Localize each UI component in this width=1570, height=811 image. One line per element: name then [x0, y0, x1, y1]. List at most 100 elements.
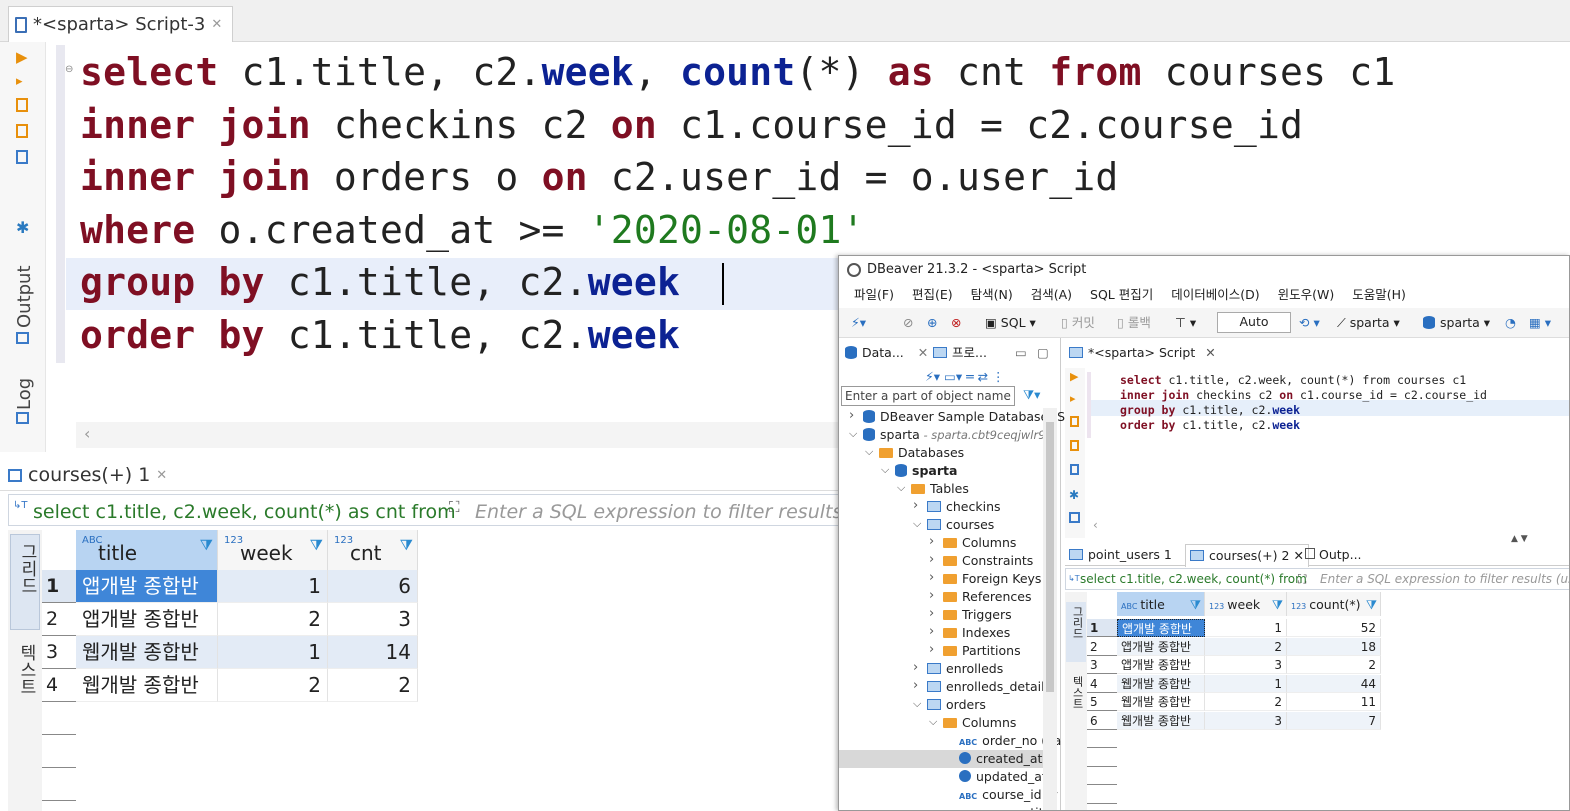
table-cell[interactable]: 2	[218, 669, 328, 702]
table-cell[interactable]: 앱개발 종합반	[1117, 656, 1205, 674]
table-cell[interactable]: 앱개발 종합반	[1117, 637, 1205, 656]
filter-input[interactable]: Enter a SQL expression to filter results…	[1320, 569, 1569, 589]
expand-arrow-icon[interactable]: ›	[929, 642, 934, 657]
expand-arrow-icon[interactable]: ›	[929, 570, 934, 585]
sort-filter-icon[interactable]: ⧩	[1190, 592, 1201, 618]
result-filter-bar[interactable]: ↳T select c1.title, c2.week, count(*) fr…	[1065, 568, 1569, 590]
expand-arrow-icon[interactable]: ⌵	[913, 697, 921, 711]
table-cell[interactable]: 1	[1205, 674, 1287, 693]
tree-node[interactable]: orders	[927, 696, 986, 714]
table-cell[interactable]: 18	[1287, 637, 1381, 656]
history-icon[interactable]: ⟲ ▾	[1299, 314, 1320, 332]
active-schema-select[interactable]: sparta ▾	[1423, 314, 1490, 332]
expand-arrow-icon[interactable]: ⌵	[849, 427, 857, 441]
grid-view-tab[interactable]: 그리드	[10, 534, 40, 630]
panel-arrows-icon[interactable]: ▲ ▼	[1511, 534, 1528, 544]
rollback-button[interactable]: ▯ 롤백	[1117, 314, 1151, 332]
filter-icon[interactable]: ⧩▾	[1023, 384, 1040, 406]
tree-node[interactable]: created_at (t	[839, 750, 1056, 768]
disconnect-icon[interactable]: ⊘	[903, 314, 913, 332]
script-tab[interactable]: *<sparta> Script ✕	[1069, 342, 1216, 364]
table-cell[interactable]: 3	[1205, 656, 1287, 674]
transaction-mode-icon[interactable]: ⊤ ▾	[1175, 314, 1196, 332]
disconnect-all-icon[interactable]: ⊗	[951, 314, 961, 332]
execute-script-icon[interactable]	[1070, 416, 1079, 427]
tree-node[interactable]: Triggers	[943, 606, 1012, 624]
tab-script-3[interactable]: *<sparta> Script-3 ✕	[8, 6, 234, 42]
results-filter-bar[interactable]: ↳T select c1.title, c2.week, count(*) as…	[8, 494, 856, 526]
menu-item[interactable]: SQL 편집기	[1081, 284, 1162, 306]
table-cell[interactable]: 웹개발 종합반	[1117, 711, 1205, 730]
connect-icon[interactable]: ⊕	[927, 314, 937, 332]
expand-arrow-icon[interactable]: ›	[929, 588, 934, 603]
close-icon[interactable]: ✕	[1205, 345, 1215, 360]
row-number[interactable]: 6	[1087, 712, 1117, 730]
menu-item[interactable]: 도움말(H)	[1343, 284, 1415, 306]
tree-node[interactable]: checkins	[927, 498, 1001, 516]
table-cell[interactable]: 2	[328, 669, 418, 702]
maximize-icon[interactable]: ▢	[1037, 342, 1049, 364]
scrollbar-thumb[interactable]	[1046, 422, 1054, 692]
script-list-icon[interactable]	[1070, 464, 1079, 475]
table-cell[interactable]: 1	[218, 570, 328, 603]
results-grid[interactable]: ABC title ⧩ 123 week ⧩ 123 cnt ⧩ 1 앱개발 종합반 1 6 2 앱개발 종…	[42, 530, 846, 811]
close-icon[interactable]: ✕	[156, 468, 167, 483]
tree-node[interactable]: courses	[927, 516, 994, 534]
tree-node[interactable]: Columns	[943, 714, 1016, 732]
tree-scrollbar[interactable]	[1043, 408, 1057, 810]
settings-icon[interactable]: ✱	[1069, 488, 1079, 502]
table-cell[interactable]: 1	[1205, 619, 1287, 637]
expand-arrow-icon[interactable]: ⌵	[929, 715, 937, 729]
expand-arrow-icon[interactable]: ›	[929, 606, 934, 621]
table-cell[interactable]: 1	[218, 636, 328, 669]
row-number[interactable]: 4	[1087, 675, 1117, 693]
tree-node[interactable]: Databases	[879, 444, 964, 462]
table-cell[interactable]: 웹개발 종합반	[1117, 693, 1205, 711]
tree-node[interactable]: enrolleds_detail	[927, 678, 1045, 696]
row-number[interactable]: 2	[42, 603, 76, 636]
commit-button[interactable]: ▯ 커밋	[1061, 314, 1095, 332]
log-tab[interactable]: Log	[14, 378, 35, 410]
filter-input[interactable]: Enter a SQL expression to filter results…	[475, 501, 856, 523]
tree-node[interactable]: sparta	[895, 462, 957, 480]
table-cell[interactable]: 앱개발 종합반	[76, 570, 218, 603]
tree-node[interactable]: sparta - sparta.cbt9ceqjwlr9.a	[863, 426, 1056, 444]
settings-icon[interactable]: ✱	[16, 218, 30, 237]
result-tab-point-users[interactable]: point_users 1	[1069, 544, 1172, 566]
expand-arrow-icon[interactable]: ›	[929, 552, 934, 567]
explain-plan-icon[interactable]	[1070, 440, 1079, 451]
row-number[interactable]: 2	[1087, 638, 1117, 656]
result-tab-output[interactable]: Outp...	[1305, 544, 1362, 566]
menu-item[interactable]: 편집(E)	[903, 284, 962, 306]
result-tab-courses[interactable]: courses(+) 2 ✕	[1185, 544, 1309, 567]
table-cell[interactable]: 6	[328, 570, 418, 603]
tree-node[interactable]: Columns	[943, 534, 1016, 552]
column-header[interactable]: 123 cnt ⧩	[328, 530, 418, 570]
table-cell[interactable]: 2	[1205, 637, 1287, 656]
tree-node[interactable]: Tables	[911, 480, 969, 498]
expand-arrow-icon[interactable]: ⌵	[913, 517, 921, 531]
table-cell[interactable]: 3	[328, 603, 418, 636]
expand-arrow-icon[interactable]: ⌵	[897, 481, 905, 495]
table-cell[interactable]: 웹개발 종합반	[76, 669, 218, 702]
minimize-icon[interactable]: ▭	[1015, 342, 1027, 364]
menu-item[interactable]: 파일(F)	[845, 284, 903, 306]
table-cell[interactable]: 2	[1287, 656, 1381, 674]
tree-node[interactable]: References	[943, 588, 1031, 606]
explain-plan-icon[interactable]	[16, 150, 28, 164]
execute-statement-icon[interactable]: ▶	[16, 48, 30, 66]
sql-editor-button[interactable]: ▣ SQL ▾	[985, 314, 1036, 332]
table-cell[interactable]: 14	[328, 636, 418, 669]
tree-node[interactable]: Indexes	[943, 624, 1010, 642]
execute-script-icon[interactable]	[16, 98, 28, 112]
row-number[interactable]: 1	[42, 570, 76, 603]
log-icon[interactable]	[16, 412, 29, 424]
tree-node[interactable]: ABCcourse_title	[959, 804, 1054, 810]
sort-filter-icon[interactable]: ⧩	[200, 522, 213, 568]
row-number[interactable]: 3	[42, 636, 76, 669]
output-tab[interactable]: Output	[14, 265, 35, 328]
transaction-mode-select[interactable]: Auto	[1217, 312, 1291, 333]
fold-icon[interactable]: ⊖	[65, 64, 73, 75]
tree-node[interactable]: Partitions	[943, 642, 1021, 660]
tab-projects[interactable]: 프로...	[933, 342, 987, 364]
